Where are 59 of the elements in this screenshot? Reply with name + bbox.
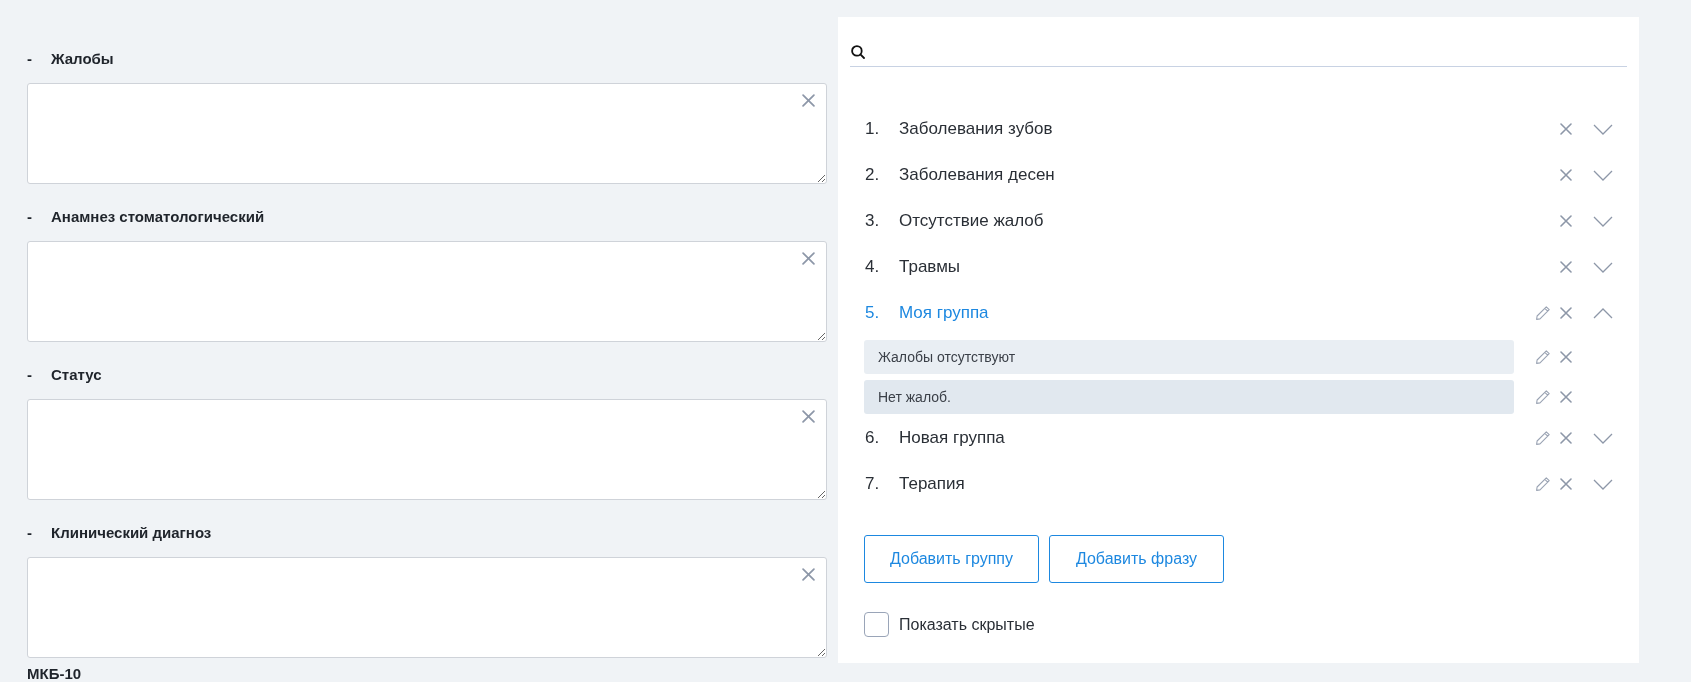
- group-title[interactable]: Новая группа: [899, 428, 1005, 448]
- group-title[interactable]: Травмы: [899, 257, 961, 277]
- chevron-down-icon[interactable]: [1593, 478, 1613, 490]
- phrase-item[interactable]: Нет жалоб.: [864, 380, 1514, 414]
- section-title: Статус: [51, 365, 102, 383]
- group-title[interactable]: Заболевания десен: [899, 165, 1055, 185]
- clear-icon[interactable]: [802, 94, 815, 107]
- phrase-item[interactable]: Жалобы отсутствуют: [864, 340, 1514, 374]
- pencil-icon[interactable]: [1535, 305, 1551, 321]
- close-icon[interactable]: [1560, 478, 1572, 490]
- group-title[interactable]: Моя группа: [899, 303, 989, 323]
- group-number: 7.: [865, 474, 881, 494]
- group-title[interactable]: Заболевания зубов: [899, 119, 1053, 139]
- group-number: 2.: [865, 165, 881, 185]
- dash-marker: -: [27, 365, 33, 383]
- chevron-down-icon[interactable]: [1593, 169, 1613, 181]
- clear-icon[interactable]: [802, 410, 815, 423]
- text-area[interactable]: [27, 557, 827, 658]
- close-icon[interactable]: [1560, 351, 1572, 363]
- chevron-up-icon[interactable]: [1593, 307, 1613, 319]
- dash-marker: -: [27, 523, 33, 541]
- group-title[interactable]: Отсутствие жалоб: [899, 211, 1044, 231]
- group-number: 3.: [865, 211, 881, 231]
- group-number: 6.: [865, 428, 881, 448]
- close-icon[interactable]: [1560, 307, 1572, 319]
- pencil-icon[interactable]: [1535, 349, 1551, 365]
- group-title[interactable]: Терапия: [899, 474, 965, 494]
- dash-marker: -: [27, 207, 33, 225]
- section-title: Анамнез стоматологический: [51, 207, 265, 225]
- checkbox-label: Показать скрытые: [899, 615, 1035, 634]
- pencil-icon[interactable]: [1535, 476, 1551, 492]
- group-number: 1.: [865, 119, 881, 139]
- chevron-down-icon[interactable]: [1593, 261, 1613, 273]
- close-icon[interactable]: [1560, 123, 1572, 135]
- text-area[interactable]: [27, 83, 827, 184]
- checkbox[interactable]: [864, 612, 889, 637]
- chevron-down-icon[interactable]: [1593, 432, 1613, 444]
- dash-marker: -: [27, 49, 33, 67]
- close-icon[interactable]: [1560, 261, 1572, 273]
- close-icon[interactable]: [1560, 432, 1572, 444]
- chevron-down-icon[interactable]: [1593, 215, 1613, 227]
- section-title: Клинический диагноз: [51, 523, 212, 541]
- pencil-icon[interactable]: [1535, 430, 1551, 446]
- group-number: 5.: [865, 303, 881, 323]
- section-title: Жалобы: [51, 49, 114, 67]
- text-area[interactable]: [27, 399, 827, 500]
- close-icon[interactable]: [1560, 169, 1572, 181]
- clear-icon[interactable]: [802, 252, 815, 265]
- search-icon: [851, 44, 865, 59]
- section-title: МКБ-10: [27, 665, 82, 682]
- clear-icon[interactable]: [802, 568, 815, 581]
- pencil-icon[interactable]: [1535, 389, 1551, 405]
- add-button[interactable]: Добавить фразу: [1049, 535, 1224, 583]
- group-number: 4.: [865, 257, 881, 277]
- chevron-down-icon[interactable]: [1593, 123, 1613, 135]
- add-button[interactable]: Добавить группу: [864, 535, 1039, 583]
- close-icon[interactable]: [1560, 391, 1572, 403]
- text-area[interactable]: [27, 241, 827, 342]
- close-icon[interactable]: [1560, 215, 1572, 227]
